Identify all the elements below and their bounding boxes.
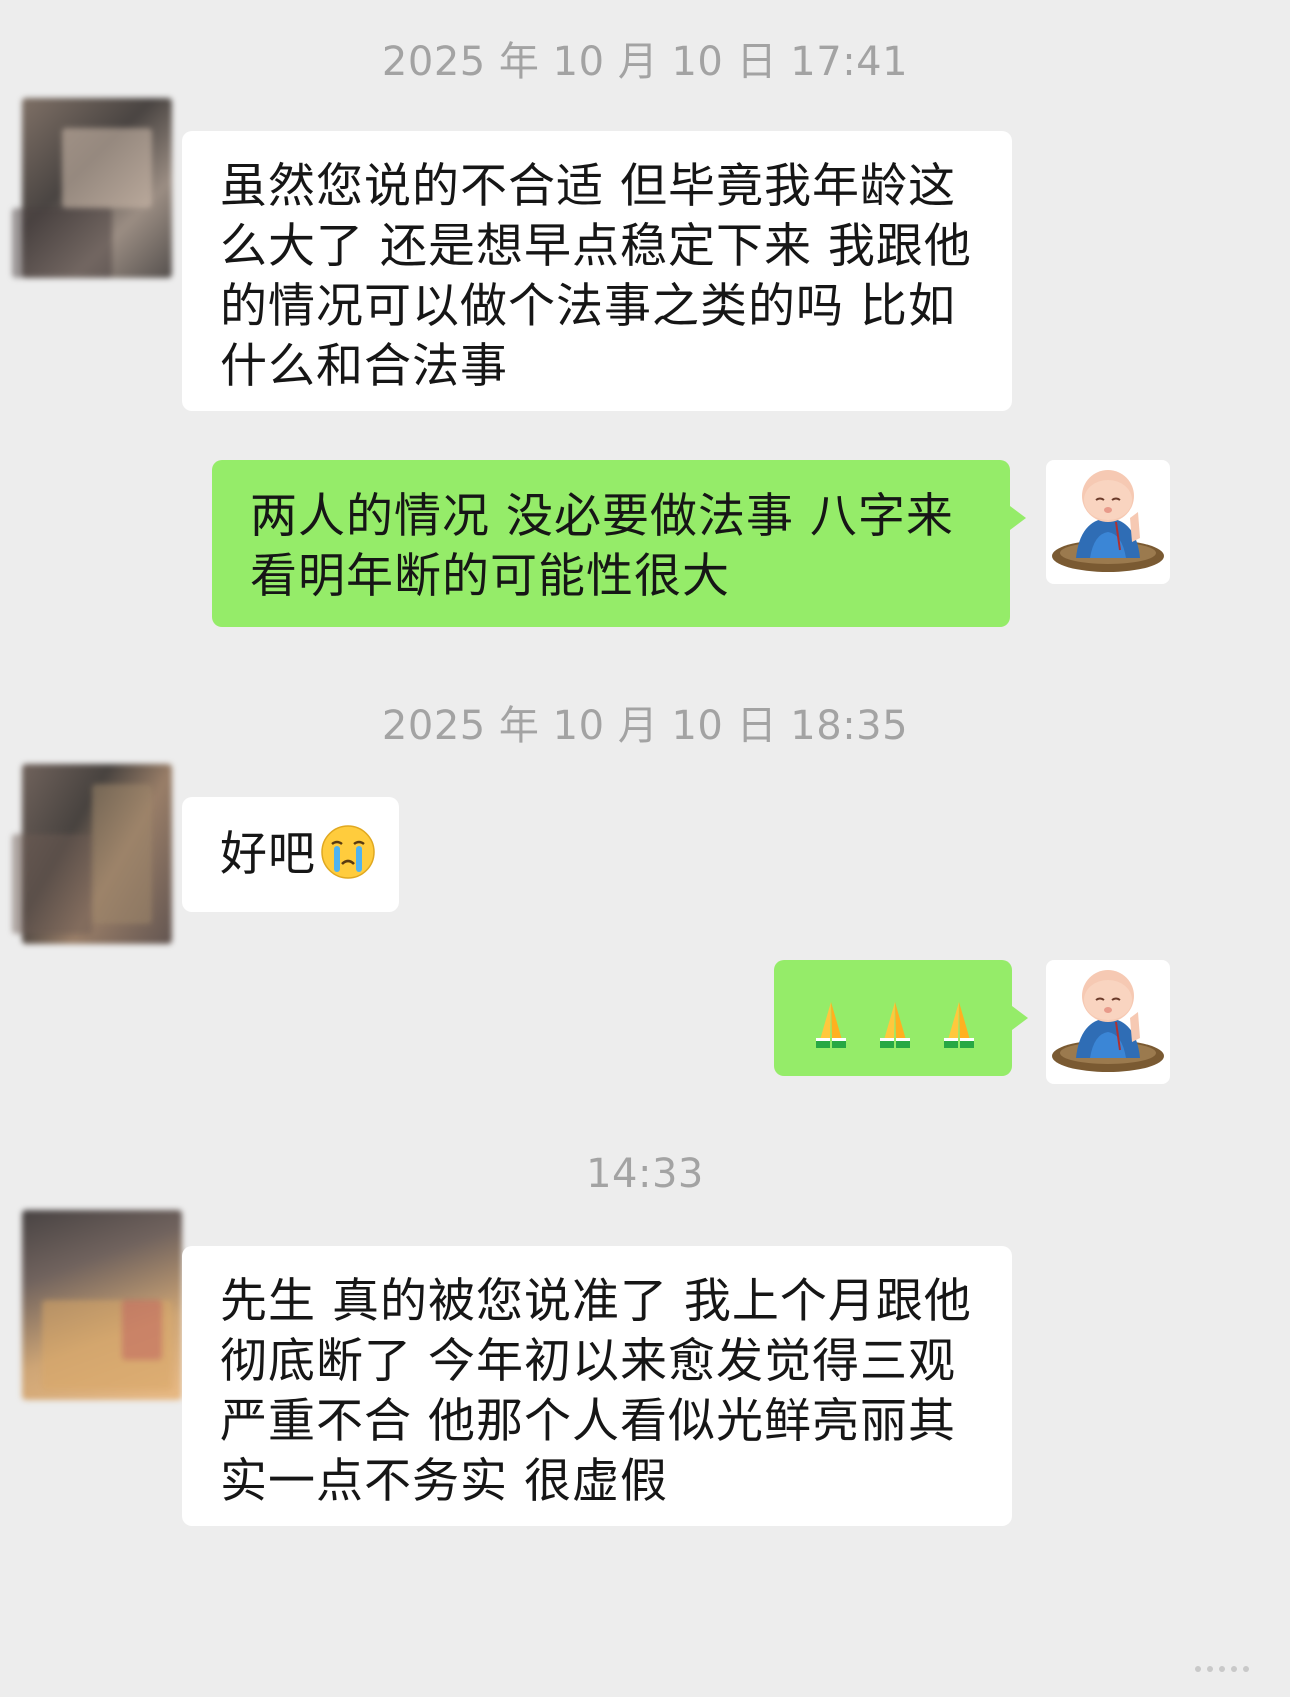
message-bubble-incoming[interactable]: 好吧 bbox=[182, 797, 399, 912]
message-text: 先生 真的被您说准了 我上个月跟他彻底断了 今年初以来愈发觉得三观严重不合 他那… bbox=[220, 1274, 972, 1509]
message-bubble-outgoing[interactable]: 两人的情况 没必要做法事 八字来看明年断的可能性很大 bbox=[212, 460, 1026, 627]
message-bubble-incoming[interactable]: 先生 真的被您说准了 我上个月跟他彻底断了 今年初以来愈发觉得三观严重不合 他那… bbox=[182, 1246, 1012, 1526]
self-avatar[interactable] bbox=[1046, 460, 1170, 584]
folded-hands-icon bbox=[944, 1001, 974, 1048]
praying-monk-avatar-icon bbox=[1052, 970, 1164, 1072]
self-avatar[interactable] bbox=[1046, 960, 1170, 1084]
praying-monk-avatar-icon bbox=[1052, 470, 1164, 572]
chat-view: 2025 年 10 月 10 日 17:41 虽然您说的不合适 但毕竟我年龄这么… bbox=[0, 0, 1290, 1697]
more-icon bbox=[1195, 1666, 1249, 1672]
message-bubble-outgoing[interactable] bbox=[774, 960, 1028, 1076]
message-text: 虽然您说的不合适 但毕竟我年龄这么大了 还是想早点稳定下来 我跟他的情况可以做个… bbox=[220, 159, 972, 394]
contact-avatar[interactable] bbox=[2, 1200, 202, 1410]
message-text: 好吧 bbox=[220, 827, 316, 882]
message-text: 两人的情况 没必要做法事 八字来看明年断的可能性很大 bbox=[250, 489, 954, 604]
crying-face-icon bbox=[321, 825, 375, 879]
folded-hands-icon bbox=[880, 1001, 910, 1048]
folded-hands-icon bbox=[816, 1001, 846, 1048]
contact-avatar[interactable] bbox=[2, 754, 202, 964]
timestamp: 14:33 bbox=[586, 1151, 704, 1197]
timestamp: 2025 年 10 月 10 日 17:41 bbox=[381, 39, 909, 85]
contact-avatar[interactable] bbox=[2, 88, 202, 298]
timestamp: 2025 年 10 月 10 日 18:35 bbox=[381, 703, 909, 749]
message-bubble-incoming[interactable]: 虽然您说的不合适 但毕竟我年龄这么大了 还是想早点稳定下来 我跟他的情况可以做个… bbox=[182, 131, 1012, 411]
